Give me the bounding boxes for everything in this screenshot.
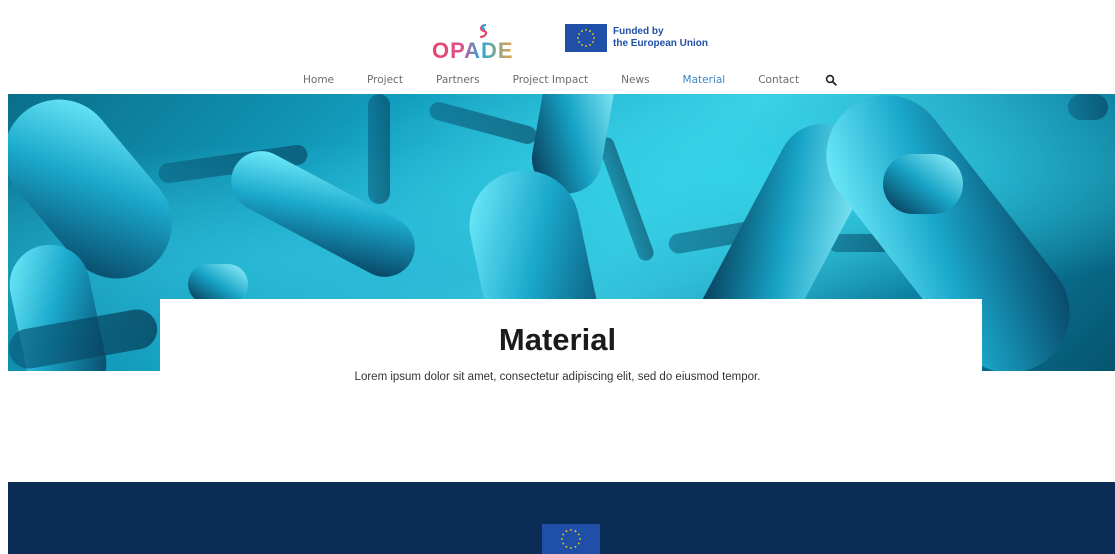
eu-star (577, 533, 580, 536)
eu-star (574, 530, 577, 533)
nav-item-contact[interactable]: Contact (758, 74, 799, 86)
nav-item-news[interactable]: News (621, 74, 649, 86)
site-header: OPADE Funded by the European Union Home … (0, 0, 1115, 94)
eu-star (581, 44, 583, 46)
eu-star (589, 44, 591, 46)
nav-item-partners[interactable]: Partners (436, 74, 480, 86)
page-title: Material (498, 322, 617, 357)
eu-star (589, 30, 591, 32)
search-icon[interactable] (825, 74, 837, 86)
nav-item-project-impact[interactable]: Project Impact (513, 74, 589, 86)
eu-star (593, 37, 595, 39)
eu-text-line1: Funded by (613, 26, 664, 37)
nav-item-project[interactable]: Project (367, 74, 403, 86)
nav-items: Home Project Partners Project Impact New… (303, 71, 837, 89)
eu-star (574, 545, 577, 548)
eu-star (562, 533, 565, 536)
eu-star (592, 41, 594, 43)
eu-flag-footer-icon (542, 524, 600, 554)
eu-star (581, 30, 583, 32)
eu-star (577, 542, 580, 545)
page: OPADE Funded by the European Union Home … (0, 0, 1115, 554)
eu-funding-text: Funded by the European Union (613, 26, 708, 50)
logo-wordmark: OPADE (432, 38, 514, 63)
eu-star (565, 530, 568, 533)
opade-logo[interactable]: OPADE (432, 20, 527, 64)
eu-star (579, 538, 581, 540)
main-nav: Home Project Partners Project Impact New… (0, 71, 1115, 91)
eu-flag-icon (565, 24, 607, 52)
opade-swoosh-icon (479, 24, 488, 38)
eu-star (570, 529, 572, 531)
eu-star (562, 542, 565, 545)
eu-star (570, 547, 572, 549)
eu-funding-badge: Funded by the European Union (565, 24, 708, 52)
eu-star (565, 545, 568, 548)
eu-star (592, 33, 594, 35)
eu-star (578, 33, 580, 35)
logo-area: OPADE Funded by the European Union (0, 10, 1115, 62)
eu-star (577, 37, 579, 39)
page-subtitle: Lorem ipsum dolor sit amet, consectetur … (354, 371, 761, 383)
eu-star (585, 29, 587, 31)
nav-item-material[interactable]: Material (683, 74, 726, 86)
eu-text-line2: the European Union (613, 38, 708, 49)
eu-star (578, 41, 580, 43)
eu-star (585, 45, 587, 47)
nav-item-home[interactable]: Home (303, 74, 334, 86)
eu-star (561, 538, 563, 540)
